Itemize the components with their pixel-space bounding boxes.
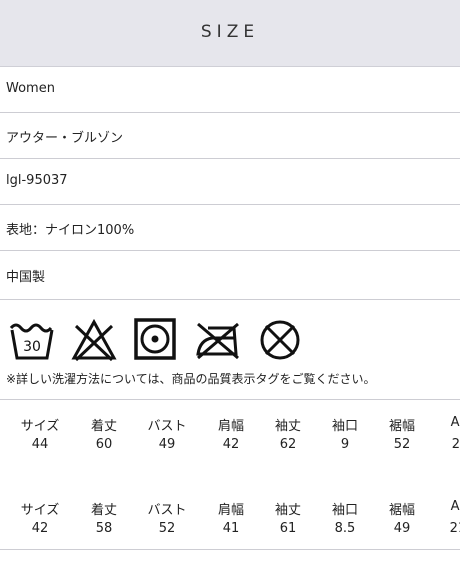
size-header-sleeve: 袖丈 — [274, 419, 301, 434]
info-row-material: 表地：ナイロン100% — [0, 205, 460, 251]
bottom-divider — [0, 549, 460, 550]
size-value: 49 — [393, 521, 411, 536]
size-header-size: サイズ — [20, 419, 60, 434]
size-value: 41 — [222, 521, 240, 536]
size-header: SIZE — [0, 0, 460, 67]
size-header-sleeve: 袖丈 — [274, 503, 301, 518]
size-value: 52 — [158, 521, 176, 536]
info-row-label: lgl-95037 — [6, 173, 68, 188]
info-row-label: Women — [6, 81, 55, 96]
no-dry-clean-icon — [256, 318, 304, 362]
size-value: 62 — [279, 437, 297, 452]
size-value: 58 — [95, 521, 113, 536]
info-row-gender: Women — [0, 67, 460, 113]
no-iron-icon — [194, 318, 242, 362]
info-row-category: アウター・ブルゾン — [0, 113, 460, 159]
info-row-label: 表地：ナイロン100% — [6, 223, 135, 238]
size-header-ah: AH — [450, 415, 460, 430]
info-row-label: 中国製 — [6, 270, 46, 285]
size-header-length: 着丈 — [90, 419, 117, 434]
info-row-product-code: lgl-95037 — [0, 159, 460, 205]
size-header-length: 着丈 — [90, 503, 117, 518]
size-value: 21. — [449, 521, 460, 536]
size-header-hem: 裾幅 — [388, 503, 415, 518]
size-header-size: サイズ — [20, 503, 60, 518]
size-header-bust: バスト — [147, 419, 187, 434]
size-header-cuff: 袖口 — [331, 419, 358, 434]
size-table-2: サイズ 着丈 バスト 肩幅 袖丈 袖口 裾幅 AH 42 58 52 41 61… — [0, 495, 460, 565]
info-row-label: アウター・ブルゾン — [6, 131, 124, 146]
size-header-bust: バスト — [147, 503, 187, 518]
size-header-shoulder: 肩幅 — [217, 419, 244, 434]
info-row-origin: 中国製 — [0, 252, 460, 300]
no-bleach-icon — [70, 318, 118, 362]
size-value: 42 — [31, 521, 49, 536]
size-table-1: サイズ 着丈 バスト 肩幅 袖丈 袖口 裾幅 AH 44 60 49 42 62… — [0, 410, 460, 480]
svg-text:30: 30 — [23, 339, 41, 355]
size-value: 60 — [95, 437, 113, 452]
size-value: 9 — [340, 437, 350, 452]
size-header-hem: 裾幅 — [388, 419, 415, 434]
size-title: SIZE — [200, 22, 260, 42]
size-value: 23 — [451, 437, 460, 452]
size-value: 52 — [393, 437, 411, 452]
size-value: 42 — [222, 437, 240, 452]
tumble-dry-icon — [132, 318, 180, 362]
size-header-ah: AH — [450, 499, 460, 514]
size-header-shoulder: 肩幅 — [217, 503, 244, 518]
size-value: 61 — [279, 521, 297, 536]
care-note: ※詳しい洗濯方法については、商品の品質表示タグをご覧ください。 — [6, 372, 376, 386]
size-value: 8.5 — [334, 521, 356, 536]
wash-30-icon: 30 — [8, 318, 56, 362]
size-value: 44 — [31, 437, 49, 452]
size-header-cuff: 袖口 — [331, 503, 358, 518]
size-value: 49 — [158, 437, 176, 452]
care-section: 30 ※詳しい洗濯方法については、商品の品質表示タグをご覧ください。 — [0, 300, 460, 400]
